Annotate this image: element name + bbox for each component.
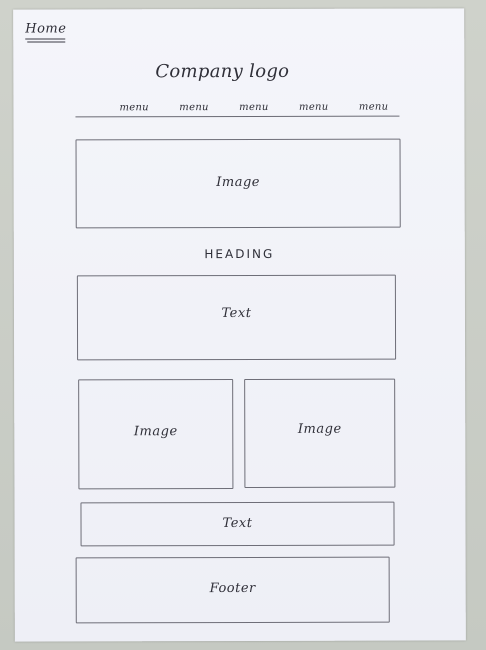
section-heading: HEADING [204,246,275,262]
hero-image-label: Image [216,174,261,191]
footer-label: Footer [209,580,256,597]
home-link[interactable]: Home [25,21,66,36]
home-underline-second [27,41,66,43]
left-image-label: Image [133,424,178,440]
company-logo[interactable]: Company logo [155,61,289,82]
caption-text-label: Text [222,515,253,532]
home-underline [25,38,66,40]
menu-item-4[interactable]: menu [299,102,329,120]
left-image-placeholder: Image [78,379,234,490]
right-image-label: Image [297,421,342,437]
text-block: Text [76,274,397,361]
hero-image-placeholder: Image [75,138,401,229]
photo-background: Home Company logo menu menu menu menu me… [0,0,486,650]
menu-item-1[interactable]: menu [119,102,149,120]
right-image-placeholder: Image [244,378,396,488]
menu-item-2[interactable]: menu [179,102,209,120]
wireframe-sheet: Home Company logo menu menu menu menu me… [13,8,466,642]
footer: Footer [75,556,390,624]
main-menu: menu menu menu menu menu [75,102,400,121]
menu-item-3[interactable]: menu [239,102,269,120]
menu-item-5[interactable]: menu [359,102,389,120]
caption-text-block: Text [80,501,395,547]
text-block-label: Text [221,305,252,322]
